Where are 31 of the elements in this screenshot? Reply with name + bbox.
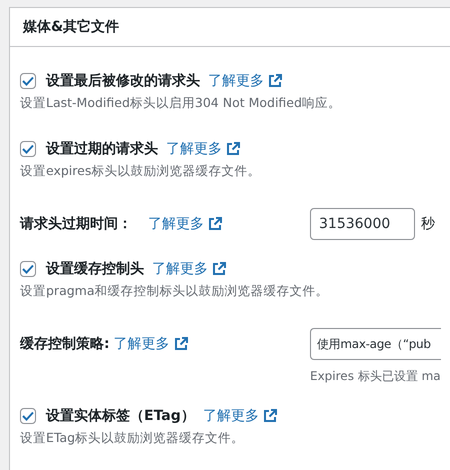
learn-more-link[interactable]: 了解更多: [166, 140, 222, 158]
unit-label: 秒: [421, 215, 435, 233]
policy-dropdown[interactable]: 使用max-age（“pub: [310, 328, 441, 360]
learn-more-link[interactable]: 了解更多: [148, 215, 204, 233]
learn-more-link[interactable]: 了解更多: [202, 407, 259, 425]
learn-more-link[interactable]: 了解更多: [152, 260, 208, 278]
external-link-icon: [262, 408, 278, 424]
checkbox[interactable]: [20, 73, 36, 89]
field-label: 请求头过期时间：: [20, 215, 132, 233]
option-label: 设置实体标签（ETag）: [46, 407, 195, 425]
field-label: 缓存控制策略:: [20, 335, 110, 353]
learn-more-link[interactable]: 了解更多: [114, 335, 170, 353]
external-link-icon: [172, 336, 189, 352]
checkbox[interactable]: [20, 141, 36, 157]
option-description: 设置expires标头以鼓励浏览器缓存文件。: [20, 163, 262, 180]
option-label: 设置过期的请求头: [46, 140, 158, 158]
learn-more-link[interactable]: 了解更多: [208, 72, 264, 90]
external-link-icon: [267, 73, 283, 89]
option-description: 设置ETag标头以鼓励浏览器缓存文件。: [20, 430, 246, 447]
option-description: 设置pragma和缓存控制标头以鼓励浏览器缓存文件。: [20, 283, 330, 300]
checkbox[interactable]: [20, 261, 36, 277]
checkbox[interactable]: [20, 408, 36, 424]
field-hint: Expires 标头已设置 ma: [310, 368, 441, 385]
panel-title: 媒体&其它文件: [23, 18, 120, 36]
option-label: 设置缓存控制头: [46, 260, 144, 278]
external-link-icon: [207, 216, 223, 232]
external-link-icon: [225, 141, 241, 157]
number-field[interactable]: 31536000: [310, 208, 415, 240]
option-label: 设置最后被修改的请求头: [46, 72, 200, 90]
external-link-icon: [211, 261, 227, 277]
option-description: 设置Last-Modified标头以启用304 Not Modified响应。: [20, 95, 342, 112]
